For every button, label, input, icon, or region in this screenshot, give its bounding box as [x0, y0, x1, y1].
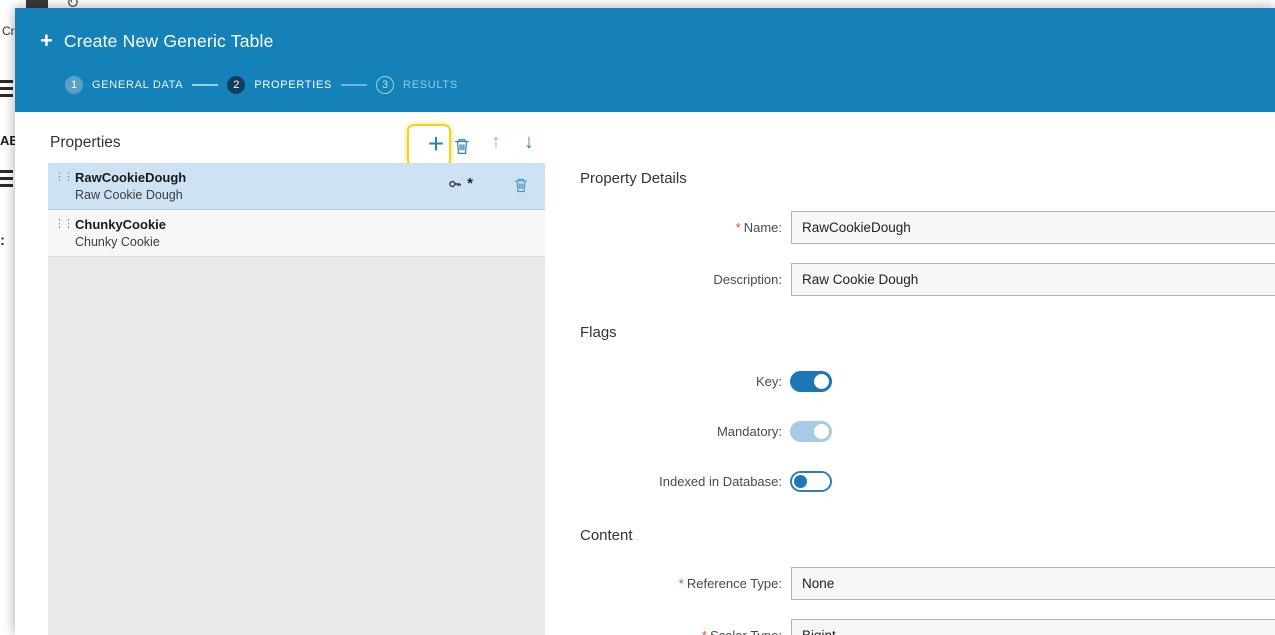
reference-type-field[interactable] — [791, 567, 1275, 600]
section-flags: Flags — [580, 324, 617, 341]
required-marker: * — [679, 576, 684, 591]
occluded-text-fragment: : — [0, 232, 5, 249]
step-number-badge: 3 — [376, 76, 394, 94]
step-number-badge: 2 — [227, 76, 245, 94]
name-label: *Name: — [552, 211, 782, 244]
step-separator — [192, 84, 218, 86]
step-separator — [341, 84, 367, 86]
step-general-data[interactable]: 1 GENERAL DATA — [65, 76, 183, 94]
mandatory-toggle[interactable] — [790, 421, 832, 442]
delete-item-icon[interactable] — [513, 177, 529, 193]
key-label: Key: — [552, 371, 782, 392]
move-down-button[interactable]: ↓ — [518, 131, 540, 154]
reference-type-label: *Reference Type: — [552, 567, 782, 600]
screen: ↻ Cr AB : + Create New Generic Table 1 G… — [0, 0, 1275, 635]
wizard-stepper: 1 GENERAL DATA 2 PROPERTIES 3 RESULTS — [65, 76, 458, 94]
property-description: Chunky Cookie — [75, 233, 535, 251]
move-up-button[interactable]: ↑ — [485, 131, 507, 154]
plus-icon: + — [40, 30, 53, 52]
property-name: ChunkyCookie — [75, 216, 535, 233]
drag-handle-icon[interactable]: ⋮⋮ — [54, 219, 72, 229]
section-content: Content — [580, 527, 633, 544]
dialog-title: Create New Generic Table — [64, 31, 274, 52]
refresh-icon: ↻ — [66, 0, 79, 8]
scalar-type-field[interactable] — [791, 619, 1275, 635]
required-marker: * — [736, 220, 741, 235]
step-properties[interactable]: 2 PROPERTIES — [227, 76, 332, 94]
drag-handle-icon[interactable]: ⋮⋮ — [54, 172, 72, 182]
dialog-header: + Create New Generic Table 1 GENERAL DAT… — [15, 8, 1275, 112]
key-toggle[interactable] — [790, 371, 832, 392]
delete-property-button[interactable] — [453, 137, 471, 155]
occluded-menu-icon — [0, 170, 13, 194]
property-list-item[interactable]: ⋮⋮ ChunkyCookie Chunky Cookie — [48, 210, 545, 257]
step-number-badge: 1 — [65, 76, 83, 94]
indexed-toggle[interactable] — [790, 471, 832, 492]
occluded-text-fragment: Cr — [2, 24, 15, 38]
occluded-menu-icon — [0, 80, 13, 104]
scalar-type-label: *Scalar Type: — [552, 619, 782, 635]
mandatory-label: Mandatory: — [552, 421, 782, 442]
section-property-details: Property Details — [580, 170, 687, 187]
step-label: PROPERTIES — [254, 79, 332, 91]
properties-list: ⋮⋮ RawCookieDough Raw Cookie Dough * ⋮⋮ — [48, 163, 545, 635]
step-label: GENERAL DATA — [92, 79, 183, 91]
required-marker: * — [702, 628, 707, 635]
properties-pane-title: Properties — [50, 134, 121, 152]
create-generic-table-dialog: + Create New Generic Table 1 GENERAL DAT… — [15, 8, 1275, 635]
step-results[interactable]: 3 RESULTS — [376, 76, 458, 94]
dialog-body: Properties + ↑ ↓ ⋮⋮ RawCookieDough Raw C… — [15, 112, 1275, 635]
property-list-item[interactable]: ⋮⋮ RawCookieDough Raw Cookie Dough * — [48, 163, 545, 210]
indexed-label: Indexed in Database: — [552, 471, 782, 492]
description-label: Description: — [552, 263, 782, 296]
key-icon — [448, 177, 462, 191]
mandatory-indicator: * — [467, 176, 473, 191]
description-field[interactable] — [791, 263, 1275, 296]
name-field[interactable] — [791, 211, 1275, 244]
add-property-button[interactable]: + — [419, 126, 453, 162]
step-label: RESULTS — [403, 79, 458, 91]
